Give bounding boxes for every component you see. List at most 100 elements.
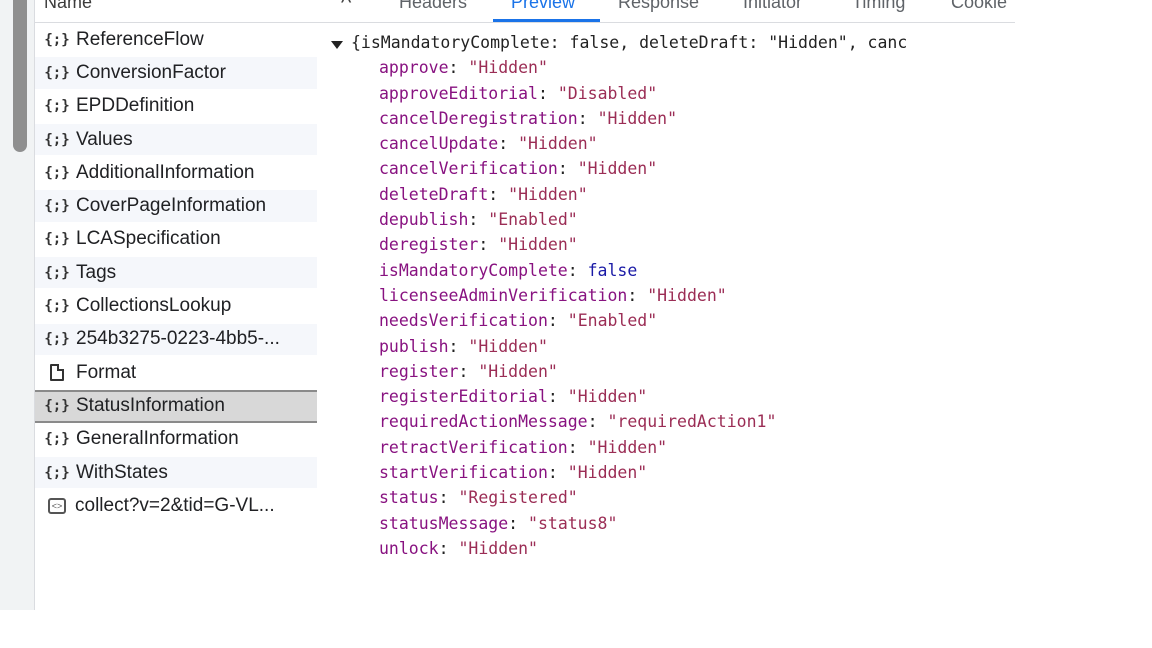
json-value: "Registered" xyxy=(458,488,578,508)
tab-preview[interactable]: Preview xyxy=(511,0,575,13)
request-item-name: LCASpecification xyxy=(76,228,221,250)
request-list-panel: Name {;} ReferenceFlow {;} ConversionFactor… xyxy=(34,0,318,610)
json-key: approveEditorial xyxy=(379,83,538,103)
script-icon: <> xyxy=(48,497,66,514)
json-value: "Hidden" xyxy=(518,134,598,154)
json-property-row: cancelDeregistration: "Hidden" xyxy=(379,108,678,128)
json-key: depublish xyxy=(379,210,469,230)
tab-headers[interactable]: Headers xyxy=(399,0,467,13)
json-braces-icon: {;} xyxy=(44,464,70,481)
json-property-row: approve: "Hidden" xyxy=(379,58,548,78)
json-property-row: cancelUpdate: "Hidden" xyxy=(379,134,598,154)
request-item[interactable]: {;} CollectionsLookup xyxy=(35,290,317,323)
json-property-row: deleteDraft: "Hidden" xyxy=(379,184,588,204)
json-braces-icon: {;} xyxy=(44,231,70,248)
json-braces-icon: {;} xyxy=(44,31,70,48)
request-item-name: Format xyxy=(76,361,137,383)
json-braces-icon: {;} xyxy=(44,398,70,415)
request-item[interactable]: {;} ReferenceFlow xyxy=(35,24,317,57)
request-list: {;} ReferenceFlow {;} ConversionFactor {;} EP… xyxy=(35,24,317,523)
request-list-header[interactable]: Name xyxy=(35,0,317,23)
json-property-row: unlock: "Hidden" xyxy=(379,538,538,558)
tab-initiator[interactable]: Initiator xyxy=(743,0,802,13)
json-value: "status8" xyxy=(528,513,618,533)
document-icon xyxy=(50,364,64,382)
json-value: "Enabled" xyxy=(488,210,578,230)
outer-scrollbar-track[interactable] xyxy=(0,0,34,610)
json-value: "Hidden" xyxy=(577,159,658,179)
json-value: "requiredAction1" xyxy=(607,412,777,432)
json-property-row: needsVerification: "Enabled" xyxy=(379,311,658,331)
request-item[interactable]: {;} 254b3275-0223-4bb5-... xyxy=(35,323,317,356)
detail-tab-bar: ^ Headers Preview Response Initiator Tim… xyxy=(317,0,1015,23)
request-item[interactable]: {;} WithStates xyxy=(35,456,317,490)
request-item-name: collect?v=2&tid=G-VL... xyxy=(75,494,275,516)
name-column-label: Name xyxy=(44,0,93,12)
request-item[interactable]: {;} Tags xyxy=(35,257,317,290)
json-braces-icon: {;} xyxy=(44,131,70,148)
json-key: register xyxy=(379,361,459,381)
json-braces-icon: {;} xyxy=(44,64,70,81)
request-item-name: ReferenceFlow xyxy=(76,28,204,50)
json-braces-icon: {;} xyxy=(44,264,70,281)
json-braces-icon: {;} xyxy=(44,431,70,448)
json-value: "Hidden" xyxy=(587,437,668,457)
json-property-row: approveEditorial: "Disabled" xyxy=(379,83,658,103)
json-property-row: depublish: "Enabled" xyxy=(379,210,578,230)
json-value: "Disabled" xyxy=(557,83,658,103)
request-item-name: Tags xyxy=(76,261,117,283)
tab-cookies[interactable]: Cookie xyxy=(951,0,1007,13)
json-key: licenseeAdminVerification xyxy=(379,285,628,305)
json-key: isMandatoryComplete xyxy=(379,260,568,280)
json-key: deleteDraft xyxy=(379,184,489,204)
json-value: "Hidden" xyxy=(458,538,538,558)
request-item[interactable]: {;} StatusInformation xyxy=(35,390,317,423)
close-detail-icon[interactable]: ^ xyxy=(341,0,351,16)
request-item-name: ConversionFactor xyxy=(76,61,226,83)
request-item[interactable]: {;} CoverPageInformation xyxy=(35,190,317,223)
json-braces-icon: {;} xyxy=(44,98,70,115)
request-item[interactable]: <> collect?v=2&tid=G-VL... xyxy=(35,490,317,523)
json-key: status xyxy=(379,488,439,508)
json-object-summary[interactable]: {isMandatoryComplete: false, deleteDraft… xyxy=(317,30,1015,55)
page-bottom-blank xyxy=(0,610,1152,648)
json-property-row: licenseeAdminVerification: "Hidden" xyxy=(379,285,727,305)
request-item-name: EPDDefinition xyxy=(76,95,195,117)
request-item[interactable]: {;} Values xyxy=(35,123,317,157)
json-braces-icon: {;} xyxy=(44,331,70,348)
active-tab-indicator xyxy=(493,19,600,22)
json-braces-icon: {;} xyxy=(44,198,70,215)
request-item[interactable]: {;} LCASpecification xyxy=(35,224,317,257)
json-property-row: statusMessage: "status8" xyxy=(379,513,618,533)
outer-scrollbar-thumb[interactable] xyxy=(13,0,27,152)
response-detail-pane: ^ Headers Preview Response Initiator Tim… xyxy=(317,0,1015,610)
json-key: retractVerification xyxy=(379,437,568,457)
request-item[interactable]: {;} ConversionFactor xyxy=(35,57,317,90)
json-properties: approve: "Hidden" approveEditorial: "Disa… xyxy=(317,55,1015,561)
json-value: "Hidden" xyxy=(468,336,548,356)
json-property-row: deregister: "Hidden" xyxy=(379,235,578,255)
json-property-row: cancelVerification: "Hidden" xyxy=(379,159,658,179)
request-item[interactable]: {;} AdditionalInformation xyxy=(35,157,317,190)
json-key: cancelVerification xyxy=(379,159,558,179)
request-item-name: GeneralInformation xyxy=(76,428,239,450)
json-value: "Hidden" xyxy=(468,58,548,78)
request-item[interactable]: {;} GeneralInformation xyxy=(35,424,317,456)
expand-caret-icon[interactable] xyxy=(331,40,343,49)
tab-response[interactable]: Response xyxy=(618,0,699,13)
json-key: publish xyxy=(379,336,449,356)
json-key: registerEditorial xyxy=(379,387,548,407)
request-item[interactable]: {;} EPDDefinition xyxy=(35,91,317,123)
json-key: needsVerification xyxy=(379,311,548,331)
request-item-name: CoverPageInformation xyxy=(76,195,267,217)
json-value: "Enabled" xyxy=(567,311,658,331)
tab-timing[interactable]: Timing xyxy=(852,0,905,13)
request-item-name: CollectionsLookup xyxy=(76,295,232,317)
request-item[interactable]: Format xyxy=(35,357,317,390)
json-key: deregister xyxy=(379,235,479,255)
json-value: "Hidden" xyxy=(478,361,558,381)
json-summary-text: {isMandatoryComplete: false, deleteDraft… xyxy=(351,33,908,52)
request-item-name: WithStates xyxy=(76,461,168,483)
json-value: "Hidden" xyxy=(508,184,588,204)
json-key: requiredActionMessage xyxy=(379,412,588,432)
